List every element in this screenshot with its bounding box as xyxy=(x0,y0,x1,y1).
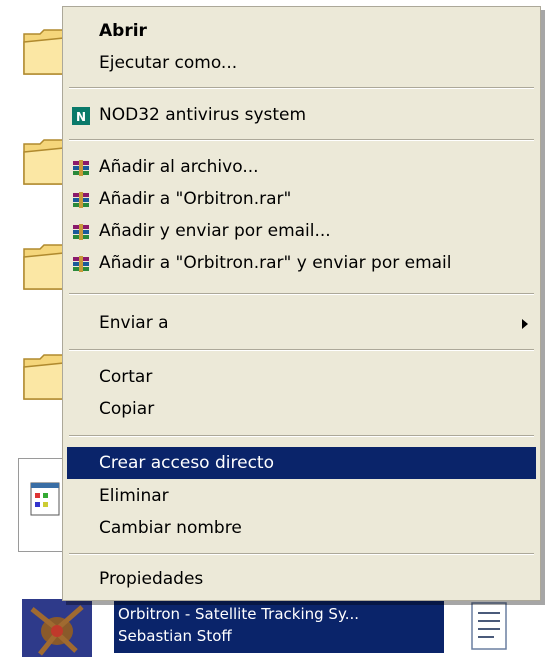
menu-item-create-shortcut[interactable]: Crear acceso directo xyxy=(67,447,536,479)
menu-item-rename[interactable]: Cambiar nombre xyxy=(67,512,536,544)
orbitron-icon xyxy=(22,599,92,657)
selected-file-item[interactable]: Orbitron - Satellite Tracking Sy... Seba… xyxy=(14,595,552,657)
submenu-arrow-icon xyxy=(522,319,528,329)
nod32-icon: N xyxy=(72,107,90,125)
menu-item-add-email[interactable]: Añadir y enviar por email... xyxy=(67,215,536,247)
svg-text:N: N xyxy=(76,110,86,124)
menu-item-run-as[interactable]: Ejecutar como... xyxy=(67,47,536,79)
winrar-icon xyxy=(73,224,89,240)
menu-separator xyxy=(69,87,534,89)
menu-item-delete[interactable]: Eliminar xyxy=(67,480,536,512)
menu-separator xyxy=(69,349,534,351)
selected-file-author: Sebastian Stoff xyxy=(118,627,232,645)
selected-file-label: Orbitron - Satellite Tracking Sy... Seba… xyxy=(114,601,444,653)
menu-item-nod32[interactable]: N NOD32 antivirus system xyxy=(67,99,536,131)
menu-separator xyxy=(69,553,534,555)
menu-item-add-rar-email[interactable]: Añadir a "Orbitron.rar" y enviar por ema… xyxy=(67,247,536,279)
menu-separator xyxy=(69,435,534,437)
menu-item-cut[interactable]: Cortar xyxy=(67,361,536,393)
menu-item-send-to[interactable]: Enviar a xyxy=(67,307,536,339)
selected-file-title: Orbitron - Satellite Tracking Sy... xyxy=(118,605,359,623)
winrar-icon xyxy=(73,256,89,272)
menu-separator xyxy=(69,293,534,295)
context-menu: Abrir Ejecutar como... N NOD32 antivirus… xyxy=(62,6,541,601)
winrar-icon xyxy=(73,160,89,176)
menu-item-add-archive[interactable]: Añadir al archivo... xyxy=(67,151,536,183)
menu-item-add-rar[interactable]: Añadir a "Orbitron.rar" xyxy=(67,183,536,215)
menu-separator xyxy=(69,139,534,141)
winrar-icon xyxy=(73,192,89,208)
menu-item-copy[interactable]: Copiar xyxy=(67,393,536,425)
menu-item-properties[interactable]: Propiedades xyxy=(67,563,536,595)
document-icon[interactable] xyxy=(466,601,512,651)
menu-item-open[interactable]: Abrir xyxy=(67,15,536,47)
